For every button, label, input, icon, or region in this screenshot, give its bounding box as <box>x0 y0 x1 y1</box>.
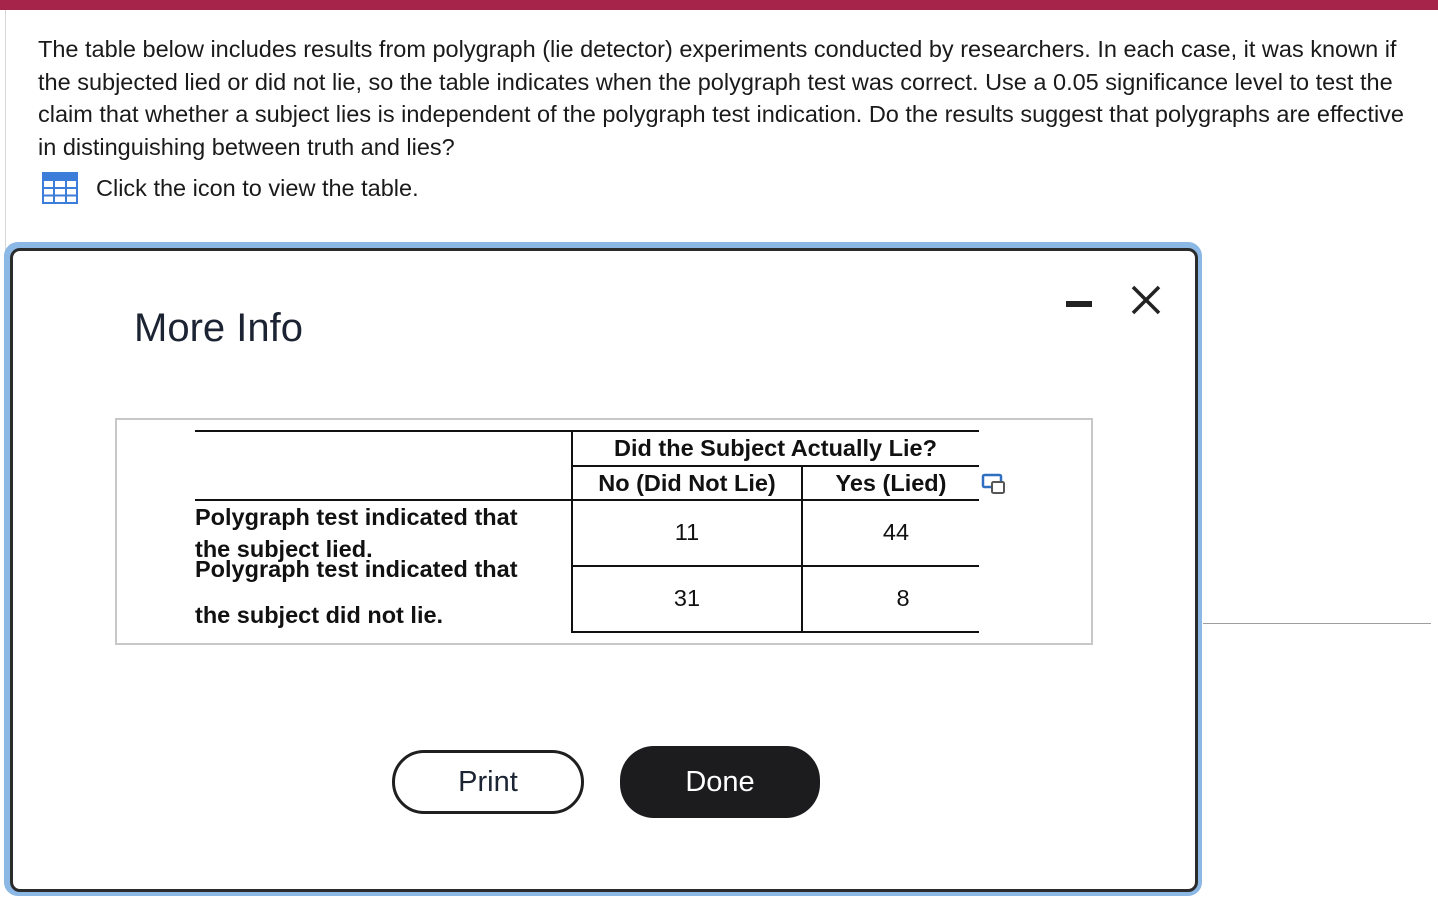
close-icon[interactable] <box>1128 282 1164 318</box>
close-button[interactable] <box>1128 282 1164 318</box>
table-bottom-rule <box>572 631 979 633</box>
column-header-no: No (Did Not Lie) <box>598 470 776 496</box>
cell-not-lied-yes: 8 <box>896 585 910 611</box>
cell-not-lied-no: 31 <box>673 585 701 611</box>
copy-icon[interactable] <box>981 473 1007 497</box>
cell-lied-no: 11 <box>674 519 700 545</box>
group-header: Did the Subject Actually Lie? <box>614 435 937 461</box>
top-accent-bar <box>0 0 1438 10</box>
print-button[interactable]: Print <box>392 750 584 814</box>
question-text: The table below includes results from po… <box>38 36 1404 160</box>
view-table-link-text[interactable]: Click the icon to view the table. <box>96 175 419 202</box>
minimize-button[interactable] <box>1060 285 1100 315</box>
minimize-icon[interactable] <box>1066 301 1092 307</box>
cell-lied-yes: 44 <box>882 519 910 545</box>
column-header-yes: Yes (Lied) <box>835 470 947 496</box>
view-table-link[interactable]: Click the icon to view the table. <box>42 172 419 204</box>
row-label-not-lied-line1: Polygraph test indicated that <box>195 556 518 582</box>
row-divider-rule <box>572 565 979 567</box>
row-label-not-lied: Polygraph test indicated that the subjec… <box>195 556 570 631</box>
row-label-not-lied-line2: the subject did not lie. <box>195 602 444 628</box>
answer-line <box>1203 623 1431 624</box>
row-label-lied-line1: Polygraph test indicated that <box>195 504 518 530</box>
done-button[interactable]: Done <box>620 746 820 818</box>
modal-title: More Info <box>134 306 303 350</box>
table-grid-icon[interactable] <box>42 172 78 204</box>
